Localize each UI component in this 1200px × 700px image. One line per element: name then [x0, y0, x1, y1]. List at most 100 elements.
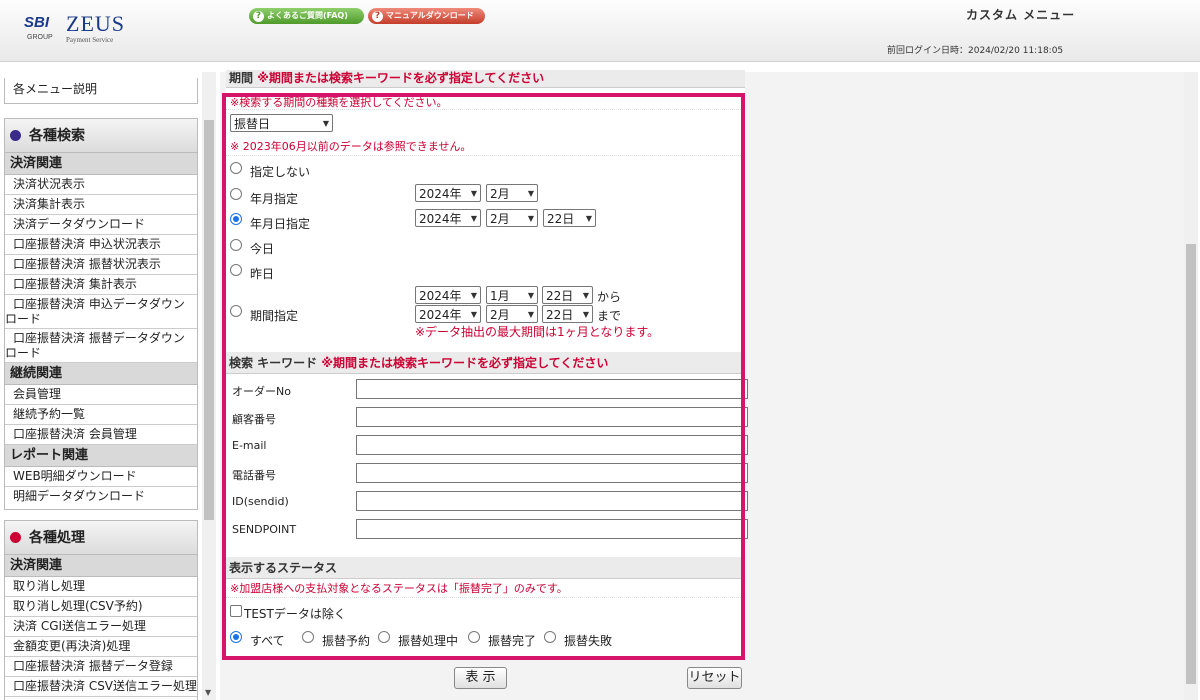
radio-period-day[interactable] [230, 213, 242, 225]
sidebar-item-web-detail-download[interactable]: WEB明細ダウンロード [5, 467, 197, 487]
search-form: 期間 ※期間または検索キーワードを必ず指定してください ※検索する期間の種類を選… [226, 70, 748, 660]
month-month-select[interactable]: 2月 ▼ [486, 184, 538, 202]
zeus-logo[interactable]: SBI GROUP ZEUS Payment Service [24, 8, 134, 48]
sidebar-item-menu-help[interactable]: 各メニュー説明 [5, 78, 197, 100]
sidebar-item-member-management[interactable]: 会員管理 [5, 385, 197, 405]
radio-period-none[interactable] [230, 162, 242, 174]
select-value: 2月 [490, 307, 510, 322]
logo-group-text: GROUP [27, 34, 53, 41]
faq-label: よくあるご質問(FAQ) [267, 11, 348, 20]
last-login-time: 前回ログイン日時：2024/02/20 11:18:05 [887, 46, 1064, 56]
sendpoint-input[interactable] [356, 519, 748, 539]
sidebar-item-account-application-download[interactable]: 口座振替決済 申込データダウン ロード [5, 295, 197, 329]
manual-download-button[interactable]: ? マニュアルダウンロード [368, 8, 485, 24]
scroll-down-arrow-icon[interactable]: ▼ [205, 688, 211, 697]
period-type-value: 振替日 [234, 116, 271, 131]
sidebar-item-account-transfer-register[interactable]: 口座振替決済 振替データ登録 [5, 657, 197, 677]
radio-status-all[interactable] [230, 631, 242, 643]
radio-status-processing[interactable] [378, 631, 390, 643]
main-scrollbar[interactable] [1184, 72, 1198, 700]
radio-period-yesterday[interactable] [230, 264, 242, 276]
range-to-word: まで [597, 309, 622, 323]
day-year-select[interactable]: 2024年 ▼ [415, 209, 481, 227]
sidebar-item-label: 口座振替決済 申込データダウン [13, 297, 185, 311]
category-report: レポート関連 [5, 445, 197, 467]
keyword-section-title: 検索 キーワード [229, 356, 318, 370]
range-from-year-select[interactable]: 2024年 ▼ [415, 286, 481, 304]
chevron-down-icon: ▼ [527, 213, 534, 223]
status-label-scheduled: 振替予約 [322, 634, 371, 648]
sidebar-item-continuous-list[interactable]: 継続予約一覧 [5, 405, 197, 425]
faq-button[interactable]: ? よくあるご質問(FAQ) [249, 8, 364, 24]
radio-label-yesterday: 昨日 [250, 267, 275, 281]
sidebar-item-cancel[interactable]: 取り消し処理 [5, 577, 197, 597]
question-icon: ? [372, 10, 383, 22]
period-notice: ※ 2023年06月以前のデータは参照できません。 [226, 138, 745, 156]
range-from-month-select[interactable]: 1月 ▼ [486, 286, 538, 304]
sendid-label: ID(sendid) [232, 495, 289, 508]
range-to-day-select[interactable]: 22日 ▼ [542, 305, 593, 323]
radio-period-today[interactable] [230, 239, 242, 251]
radio-period-month[interactable] [230, 188, 242, 200]
select-value: 2月 [490, 211, 510, 226]
period-type-select[interactable]: 振替日 ▼ [230, 114, 333, 132]
sendpoint-label: SENDPOINT [232, 523, 297, 536]
radio-period-range[interactable] [230, 305, 242, 317]
select-value: 2024年 [419, 288, 462, 303]
range-to-month-select[interactable]: 2月 ▼ [486, 305, 538, 323]
chevron-down-icon: ▼ [527, 290, 534, 300]
process-menu-header: 各種処理 [5, 521, 197, 555]
period-section-warning: ※期間または検索キーワードを必ず指定してください [257, 71, 545, 85]
month-year-select[interactable]: 2024年 ▼ [415, 184, 481, 202]
sidebar-item-detail-data-download[interactable]: 明細データダウンロード [5, 487, 197, 507]
email-input[interactable] [356, 435, 748, 455]
test-exclude-checkbox[interactable] [230, 605, 242, 617]
range-from-day-select[interactable]: 22日 ▼ [542, 286, 593, 304]
range-to-year-select[interactable]: 2024年 ▼ [415, 305, 481, 323]
search-menu-title: 各種検索 [29, 127, 85, 144]
process-menu-title: 各種処理 [29, 529, 85, 546]
range-from-word: から [597, 290, 622, 304]
sidebar-item-account-application-status[interactable]: 口座振替決済 申込状況表示 [5, 235, 197, 255]
email-label: E-mail [232, 439, 267, 452]
chevron-down-icon: ▼ [585, 213, 592, 223]
chevron-down-icon: ▼ [470, 213, 477, 223]
sidebar-item-account-transfer-status[interactable]: 口座振替決済 振替状況表示 [5, 255, 197, 275]
sidebar-scrollbar[interactable]: ▼ [202, 72, 216, 700]
status-label-completed: 振替完了 [488, 634, 537, 648]
sidebar: 各メニュー説明 各種検索 決済関連 決済状況表示 決済集計表示 決済データダウン… [0, 72, 200, 700]
sidebar-item-account-transfer-download[interactable]: 口座振替決済 振替データダウン ロード [5, 329, 197, 363]
customer-no-input[interactable] [356, 407, 748, 427]
period-select-hint: ※検索する期間の種類を選択してください。 [226, 94, 745, 110]
app-header: SBI GROUP ZEUS Payment Service ? よくあるご質問… [0, 0, 1200, 62]
custom-menu-title[interactable]: カスタム メニュー [966, 6, 1075, 23]
day-month-select[interactable]: 2月 ▼ [486, 209, 538, 227]
sidebar-item-account-csv-error[interactable]: 口座振替決済 CSV送信エラー処理 [5, 677, 197, 697]
radio-status-failed[interactable] [544, 631, 556, 643]
radio-label-none: 指定しない [250, 165, 311, 179]
day-day-select[interactable]: 22日 ▼ [543, 209, 596, 227]
sidebar-item-account-summary[interactable]: 口座振替決済 集計表示 [5, 275, 197, 295]
sendid-input[interactable] [356, 491, 748, 511]
sidebar-item-payment-status[interactable]: 決済状況表示 [5, 175, 197, 195]
chevron-down-icon: ▼ [527, 188, 534, 198]
sidebar-scroll-thumb[interactable] [204, 120, 214, 520]
logo-sbi-text: SBI [24, 14, 50, 31]
sidebar-item-payment-download[interactable]: 決済データダウンロード [5, 215, 197, 235]
chevron-down-icon: ▼ [527, 309, 534, 319]
radio-status-scheduled[interactable] [302, 631, 314, 643]
show-button[interactable]: 表 示 [454, 667, 507, 689]
sidebar-item-account-member-management[interactable]: 口座振替決済 会員管理 [5, 425, 197, 445]
main-scroll-thumb[interactable] [1186, 244, 1196, 684]
sidebar-item-cgi-error[interactable]: 決済 CGI送信エラー処理 [5, 617, 197, 637]
main-content: 期間 ※期間または検索キーワードを必ず指定してください ※検索する期間の種類を選… [220, 70, 1185, 700]
radio-status-completed[interactable] [468, 631, 480, 643]
period-section-title: 期間 [229, 71, 254, 85]
order-no-input[interactable] [356, 379, 748, 399]
sidebar-item-cancel-csv[interactable]: 取り消し処理(CSV予約) [5, 597, 197, 617]
sidebar-item-payment-summary[interactable]: 決済集計表示 [5, 195, 197, 215]
phone-input[interactable] [356, 463, 748, 483]
reset-button[interactable]: リセット [687, 667, 742, 689]
test-exclude-label: TESTデータは除く [244, 607, 346, 621]
sidebar-item-amount-change[interactable]: 金額変更(再決済)処理 [5, 637, 197, 657]
